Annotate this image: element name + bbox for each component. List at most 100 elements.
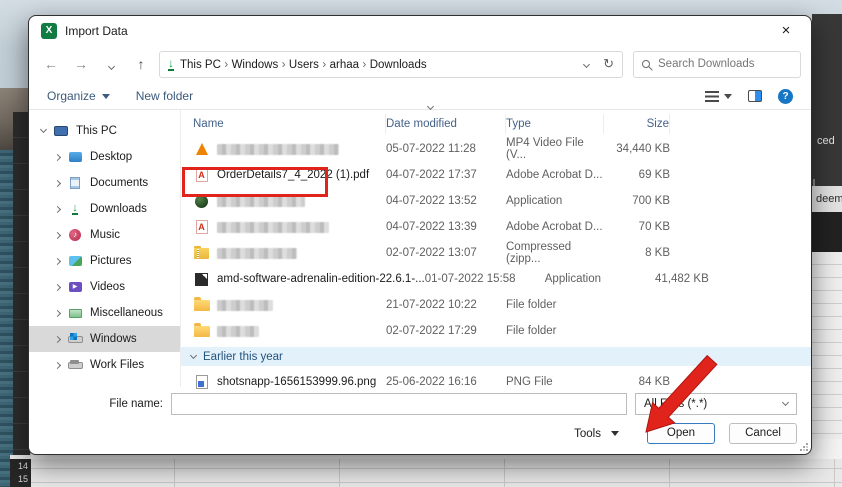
address-bar[interactable]: ↓ This PC › Windows › Users › arhaa › Do… — [159, 51, 623, 78]
vlc-file-icon — [193, 141, 210, 157]
command-bar: Organize New folder ? — [29, 83, 811, 110]
recent-locations-button[interactable] — [99, 56, 123, 72]
search-input[interactable]: Search Downloads — [633, 51, 801, 78]
refresh-button[interactable]: ↻ — [603, 56, 614, 72]
chevron-right-icon[interactable] — [54, 361, 61, 368]
vid-icon: ▶ — [67, 280, 83, 294]
file-name-cell[interactable] — [181, 297, 386, 313]
back-button[interactable]: ← — [39, 56, 63, 72]
group-header[interactable]: Earlier this year — [181, 347, 811, 366]
help-button[interactable]: ? — [778, 89, 793, 104]
file-name-cell[interactable]: amd-software-adrenalin-edition-22.6.1-..… — [181, 271, 425, 287]
chevron-right-icon[interactable] — [54, 257, 61, 264]
navigation-bar: ← → ↑ ↓ This PC › Windows › Users › arha… — [29, 45, 811, 83]
type-cell: File folder — [506, 299, 604, 311]
chevron-down-icon — [107, 63, 114, 70]
new-folder-button[interactable]: New folder — [136, 89, 193, 103]
file-name-input[interactable] — [171, 393, 627, 415]
chevron-right-icon[interactable] — [54, 231, 61, 238]
new-folder-label: New folder — [136, 89, 193, 103]
file-type-dropdown[interactable]: All Files (*.*) — [635, 393, 797, 415]
sidebar-item-windows[interactable]: Windows — [29, 326, 180, 352]
search-icon — [642, 60, 650, 68]
column-header-size[interactable]: Size — [604, 114, 670, 134]
sidebar-item-miscellaneous[interactable]: Miscellaneous — [29, 300, 180, 326]
organize-button[interactable]: Organize — [47, 89, 110, 103]
size-cell: 34,440 KB — [604, 143, 670, 155]
pc-icon — [53, 124, 69, 138]
file-name-cell[interactable] — [181, 193, 386, 209]
breadcrumb-separator: › — [278, 57, 289, 71]
sidebar-item-documents[interactable]: Documents — [29, 170, 180, 196]
breadcrumb-item[interactable]: This PC — [180, 59, 221, 71]
type-cell: Compressed (zipp... — [506, 241, 604, 265]
file-row[interactable]: 21-07-2022 10:22File folder — [181, 292, 811, 318]
address-bar-controls: ↻ — [584, 56, 614, 72]
column-header-date-modified[interactable]: Date modified — [386, 114, 506, 134]
sidebar-item-music[interactable]: ♪Music — [29, 222, 180, 248]
sidebar-item-work-files[interactable]: Work Files — [29, 352, 180, 378]
date-modified-cell: 05-07-2022 11:28 — [386, 143, 506, 155]
type-cell: Application — [506, 195, 604, 207]
file-name-cell[interactable]: shotsnapp-1656153999.96.png — [181, 374, 386, 390]
chevron-right-icon[interactable] — [54, 205, 61, 212]
excel-text-fragment: ced — [817, 135, 835, 147]
chevron-right-icon[interactable] — [54, 283, 61, 290]
folder-file-icon — [193, 323, 210, 339]
forward-button[interactable]: → — [69, 56, 93, 72]
close-button[interactable]: × — [767, 18, 805, 44]
file-list: Name Date modified Type Size 05-07-2022 … — [181, 110, 811, 387]
breadcrumb-item[interactable]: Users — [289, 59, 319, 71]
breadcrumb-item[interactable]: Windows — [232, 59, 279, 71]
cancel-button[interactable]: Cancel — [729, 423, 797, 444]
file-name-cell[interactable] — [181, 323, 386, 339]
up-button[interactable]: ↑ — [129, 56, 153, 72]
tools-dropdown[interactable]: Tools — [574, 428, 619, 440]
chevron-down-icon[interactable] — [40, 126, 47, 133]
column-header-name[interactable]: Name — [181, 114, 386, 134]
dialog-titlebar[interactable]: X Import Data × — [29, 16, 811, 45]
folder-file-icon — [193, 297, 210, 313]
file-row[interactable]: shotsnapp-1656153999.96.png25-06-2022 16… — [181, 369, 811, 395]
sidebar-item-label: Documents — [90, 177, 148, 189]
desktop-icon — [67, 150, 83, 164]
file-row[interactable]: amd-software-adrenalin-edition-22.6.1-..… — [181, 266, 811, 292]
chevron-right-icon[interactable] — [54, 309, 61, 316]
file-name-cell[interactable] — [181, 245, 386, 261]
chevron-right-icon[interactable] — [54, 153, 61, 160]
chevron-right-icon[interactable] — [54, 335, 61, 342]
file-row[interactable]: 02-07-2022 13:07Compressed (zipp...8 KB — [181, 240, 811, 266]
size-cell: 8 KB — [604, 247, 670, 259]
sidebar-item-label: This PC — [76, 125, 117, 137]
organize-label: Organize — [47, 89, 96, 103]
chevron-down-icon — [782, 399, 789, 406]
sidebar-item-desktop[interactable]: Desktop — [29, 144, 180, 170]
file-name-cell[interactable] — [181, 141, 386, 157]
breadcrumb-item[interactable]: arhaa — [330, 59, 359, 71]
change-view-button[interactable] — [705, 91, 732, 102]
redacted-file-name — [217, 326, 259, 337]
chevron-right-icon[interactable] — [54, 179, 61, 186]
pdf-file-icon: A — [193, 219, 210, 235]
file-row[interactable]: AOrderDetails7_4_2022 (1).pdf04-07-2022 … — [181, 162, 811, 188]
excel-redeem-button-fragment: deem r — [812, 186, 842, 212]
sidebar-item-pictures[interactable]: Pictures — [29, 248, 180, 274]
excel-logo-icon: X — [41, 23, 57, 39]
sidebar-item-downloads[interactable]: ↓Downloads — [29, 196, 180, 222]
column-header-type[interactable]: Type — [506, 114, 604, 134]
resize-grip[interactable] — [800, 443, 808, 451]
file-row[interactable]: 04-07-2022 13:52Application700 KB — [181, 188, 811, 214]
address-dropdown-button[interactable] — [584, 58, 589, 70]
sidebar-item-videos[interactable]: ▶Videos — [29, 274, 180, 300]
preview-pane-button[interactable] — [748, 90, 762, 102]
sidebar-item-this-pc[interactable]: This PC — [29, 118, 180, 144]
file-row[interactable]: A04-07-2022 13:39Adobe Acrobat D...70 KB — [181, 214, 811, 240]
sidebar-item-label: Windows — [90, 333, 137, 345]
file-name-cell[interactable]: AOrderDetails7_4_2022 (1).pdf — [181, 167, 386, 183]
file-name-cell[interactable]: A — [181, 219, 386, 235]
breadcrumb-item[interactable]: Downloads — [370, 59, 427, 71]
file-row[interactable]: 02-07-2022 17:29File folder — [181, 318, 811, 344]
open-button[interactable]: Open — [647, 423, 715, 444]
file-row[interactable]: 05-07-2022 11:28MP4 Video File (V...34,4… — [181, 136, 811, 162]
file-rows: 05-07-2022 11:28MP4 Video File (V...34,4… — [181, 136, 811, 395]
